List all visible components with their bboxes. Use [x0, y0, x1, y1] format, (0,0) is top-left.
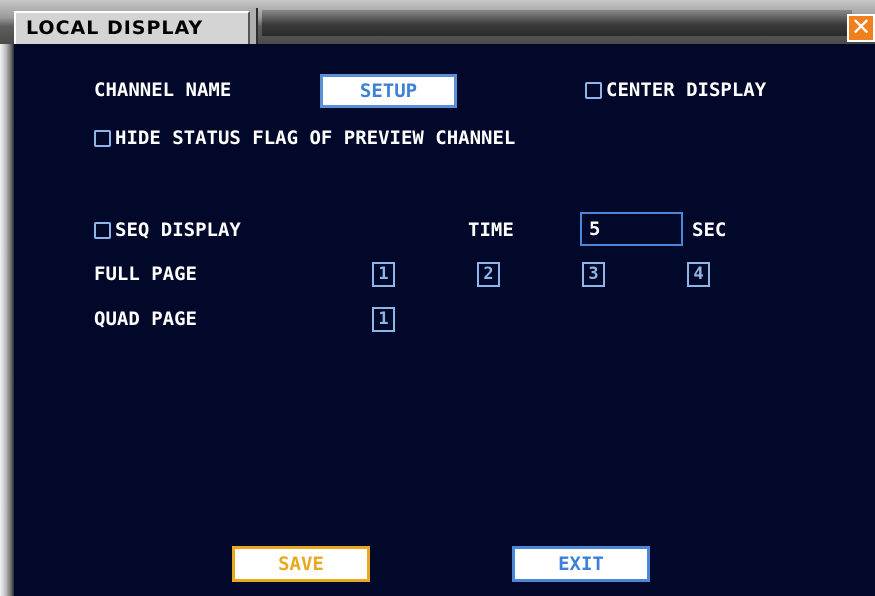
- exit-button[interactable]: EXIT: [512, 546, 650, 582]
- quad-page-label: QUAD PAGE: [94, 308, 197, 330]
- seq-display-label: SEQ DISPLAY: [115, 219, 241, 241]
- full-page-3-button[interactable]: 3: [582, 262, 605, 287]
- local-display-window: LOCAL DISPLAY ✕ CHANNEL NAME SETUP CENTE…: [0, 0, 875, 596]
- channel-name-label: CHANNEL NAME: [94, 79, 232, 101]
- time-label: TIME: [468, 219, 514, 241]
- save-button[interactable]: SAVE: [232, 546, 370, 582]
- quad-page-1-button[interactable]: 1: [372, 307, 395, 332]
- full-page-1-button[interactable]: 1: [372, 262, 395, 287]
- hide-status-flag-label: HIDE STATUS FLAG OF PREVIEW CHANNEL: [115, 127, 516, 149]
- hide-status-flag-checkbox[interactable]: [94, 130, 111, 147]
- close-icon[interactable]: ✕: [847, 14, 875, 42]
- title-bar-strip: [262, 10, 852, 36]
- title-tab-edge: [250, 8, 258, 44]
- center-display-label: CENTER DISPLAY: [606, 79, 767, 101]
- window-title-tab: LOCAL DISPLAY: [14, 11, 250, 45]
- window-left-border: [0, 44, 14, 596]
- full-page-label: FULL PAGE: [94, 263, 197, 285]
- full-page-4-button[interactable]: 4: [687, 262, 710, 287]
- full-page-2-button[interactable]: 2: [477, 262, 500, 287]
- time-unit-label: SEC: [692, 219, 727, 241]
- seq-display-checkbox[interactable]: [94, 222, 111, 239]
- setup-button[interactable]: SETUP: [320, 74, 457, 108]
- center-display-checkbox[interactable]: [585, 82, 602, 99]
- time-input[interactable]: 5: [580, 212, 683, 246]
